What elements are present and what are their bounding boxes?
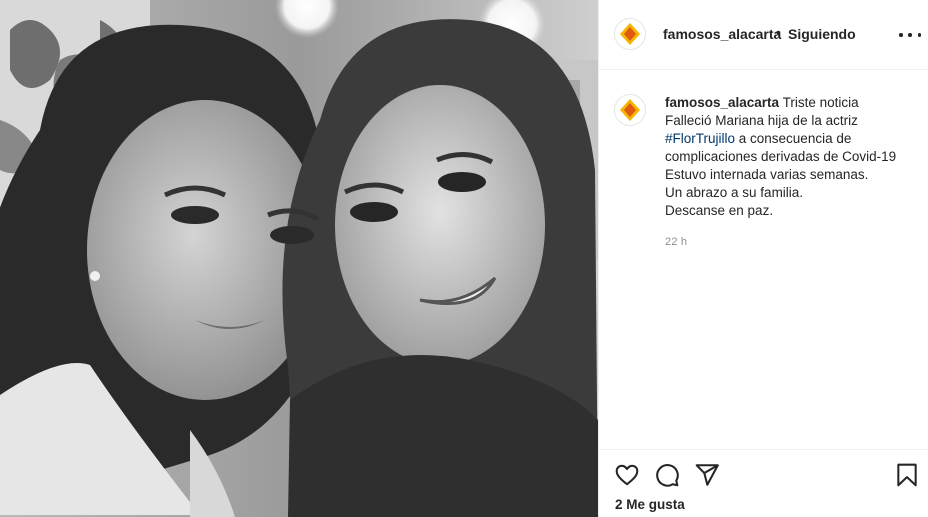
heart-icon[interactable] [614, 462, 640, 488]
following-button[interactable]: Siguiendo [788, 26, 856, 42]
likes-count[interactable]: 2 Me gusta [615, 497, 685, 512]
caption-username[interactable]: famosos_alacarta [665, 95, 779, 110]
caption-line-4: complicaciones derivadas de Covid-19 [665, 149, 897, 164]
more-options-icon[interactable] [899, 25, 921, 45]
caption-line-1: Triste noticia [782, 95, 859, 110]
caption-line-5: Estuvo internada varias semanas. [665, 167, 869, 182]
caption-line-7: Descanse en paz. [665, 203, 774, 218]
avatar[interactable] [614, 18, 646, 50]
post-timestamp[interactable]: 22 h [665, 236, 687, 248]
post-sidebar: famosos_alacarta • Siguiendo famosos_ala… [598, 0, 928, 517]
caption-line-3: a consecuencia de [735, 131, 852, 146]
hashtag-link[interactable]: #FlorTrujillo [665, 131, 735, 146]
famosos-logo-icon [616, 20, 644, 48]
post-caption: famosos_alacarta Triste noticia Falleció… [665, 94, 915, 220]
bookmark-icon[interactable] [894, 462, 920, 488]
caption-avatar[interactable] [614, 94, 646, 126]
header-username[interactable]: famosos_alacarta [663, 26, 781, 42]
famosos-logo-icon [616, 96, 644, 124]
post-photo[interactable] [0, 0, 598, 517]
caption-line-2: Falleció Mariana hija de la actriz [665, 113, 858, 128]
separator-dot: • [776, 24, 781, 40]
post-header: famosos_alacarta • Siguiendo [599, 0, 928, 70]
send-icon[interactable] [694, 462, 720, 488]
post-actions: 2 Me gusta [599, 449, 928, 517]
caption-line-6: Un abrazo a su familia. [665, 185, 804, 200]
post-photo-art [0, 0, 598, 517]
comment-icon[interactable] [654, 462, 680, 488]
